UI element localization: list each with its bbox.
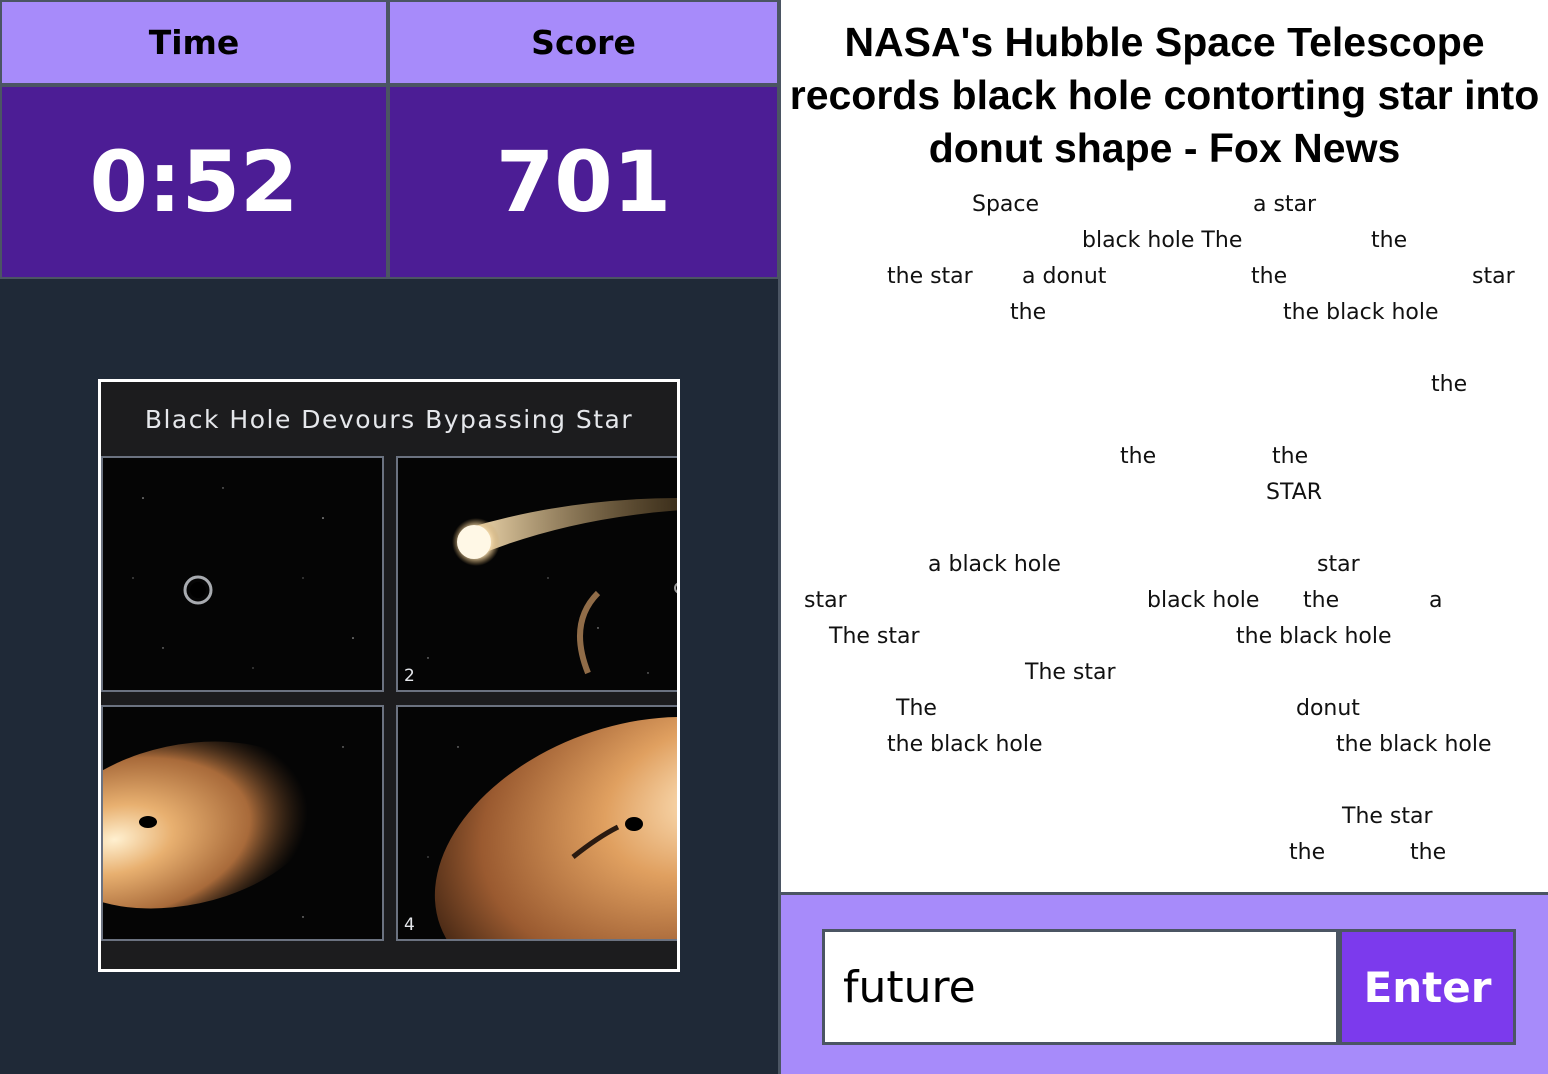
- image-panel-1: [101, 456, 384, 692]
- guess-bar: Enter: [781, 892, 1548, 1074]
- revealed-word: the: [1303, 588, 1340, 613]
- revealed-word: the: [1371, 228, 1408, 253]
- score-value: 701: [388, 85, 779, 279]
- time-label: Time: [0, 0, 388, 85]
- revealed-word: the: [1010, 300, 1047, 325]
- revealed-word: a star: [1253, 192, 1317, 217]
- revealed-word: the star: [887, 264, 973, 289]
- revealed-word: star: [1317, 552, 1360, 577]
- panel-number: 2: [404, 666, 415, 686]
- time-value: 0:52: [0, 85, 388, 279]
- game-screen: Time Score 0:52 701 Black Hole Devours B…: [0, 0, 1548, 1074]
- left-panel: Time Score 0:52 701 Black Hole Devours B…: [0, 0, 781, 1074]
- black-hole-illustration: [103, 458, 382, 690]
- revealed-word: the: [1120, 444, 1157, 469]
- donut-star-illustration: [398, 707, 677, 939]
- revealed-word: the black hole: [1336, 732, 1492, 757]
- revealed-word: The star: [1342, 804, 1433, 829]
- right-panel: NASA's Hubble Space Telescope records bl…: [781, 0, 1548, 1074]
- revealed-word: a donut: [1022, 264, 1107, 289]
- image-panel-3: [101, 705, 384, 941]
- revealed-word: donut: [1296, 696, 1360, 721]
- revealed-word: The star: [829, 624, 920, 649]
- revealed-word: black hole The: [1082, 228, 1243, 253]
- revealed-word: Space: [972, 192, 1040, 217]
- revealed-word: the black hole: [887, 732, 1043, 757]
- star-comet-illustration: [398, 458, 677, 690]
- image-panel-4: 4: [396, 705, 677, 941]
- revealed-word: a: [1429, 588, 1443, 613]
- revealed-word: The: [896, 696, 937, 721]
- revealed-word: the: [1251, 264, 1288, 289]
- enter-button[interactable]: Enter: [1339, 929, 1516, 1045]
- revealed-word: The star: [1025, 660, 1116, 685]
- article-image: Black Hole Devours Bypassing Star 2 4: [98, 379, 680, 972]
- revealed-word: the: [1272, 444, 1309, 469]
- image-caption: Black Hole Devours Bypassing Star: [144, 404, 634, 434]
- image-panel-2: 2: [396, 456, 677, 692]
- revealed-word: the: [1289, 840, 1326, 865]
- revealed-word: black hole: [1147, 588, 1260, 613]
- revealed-word: the: [1431, 372, 1468, 397]
- score-label: Score: [388, 0, 779, 85]
- panel-number: 4: [404, 915, 415, 935]
- revealed-word: the black hole: [1283, 300, 1439, 325]
- revealed-word: the: [1410, 840, 1447, 865]
- accretion-disk-illustration: [103, 707, 382, 939]
- revealed-words-area: Space a star black hole The the the star…: [781, 0, 1548, 890]
- guess-input[interactable]: [822, 929, 1339, 1045]
- revealed-word: star: [1472, 264, 1515, 289]
- revealed-word: star: [804, 588, 847, 613]
- revealed-word: a black hole: [928, 552, 1061, 577]
- revealed-word: the black hole: [1236, 624, 1392, 649]
- revealed-word: STAR: [1266, 480, 1323, 505]
